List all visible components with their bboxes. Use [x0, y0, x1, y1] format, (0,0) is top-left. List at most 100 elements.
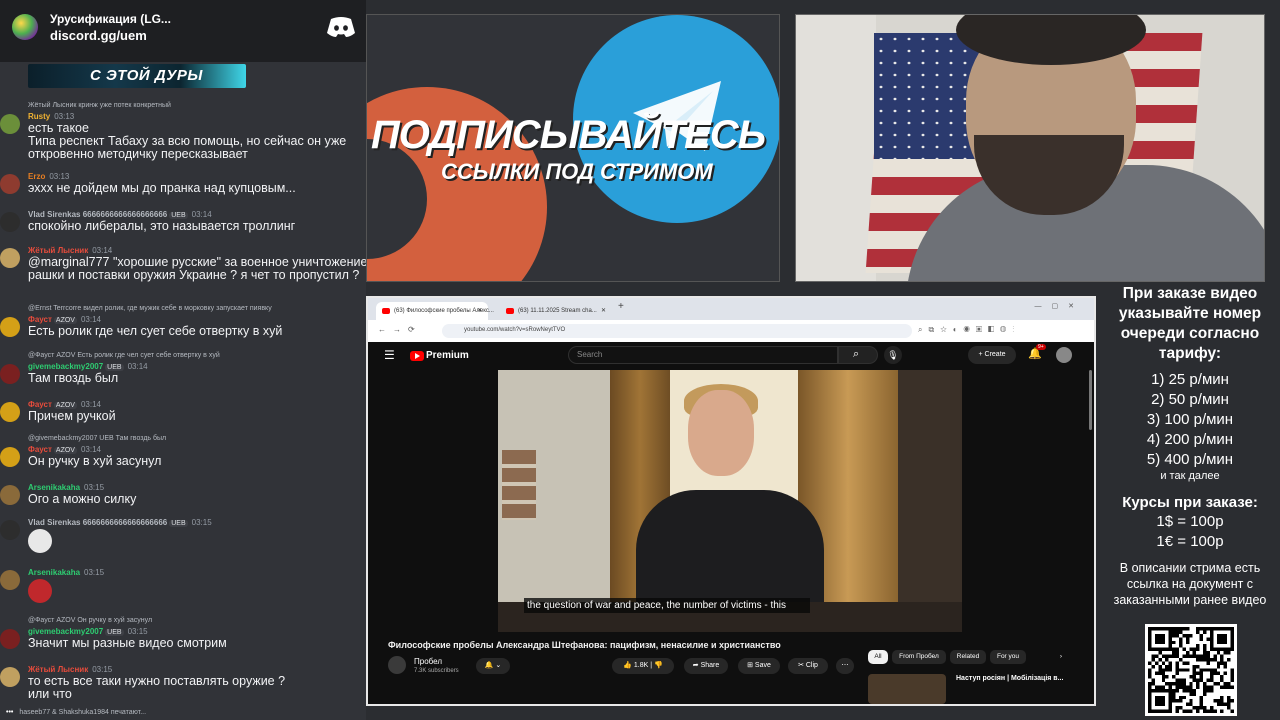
user-avatar[interactable]	[0, 248, 20, 268]
account-avatar[interactable]	[1056, 347, 1072, 363]
banner-text: С ЭТОЙ ДУРЫ	[90, 67, 203, 84]
create-label: Create	[984, 351, 1006, 358]
reply-preview[interactable]: @givemebackmy2007 UEB Там гвоздь был	[28, 435, 166, 442]
more-actions-icon[interactable]: ⋯	[836, 658, 854, 674]
document-note: В описании стрима есть ссылка на докумен…	[1113, 561, 1267, 607]
address-bar-row: ←→⟳ youtube.com/watch?v=sRowNeytTVO ⌕⧉☆◐…	[368, 320, 1094, 342]
user-avatar[interactable]	[0, 364, 20, 384]
role-badge: UEB	[169, 520, 188, 527]
username[interactable]: Arsenikakaha	[28, 483, 80, 492]
server-invite-link[interactable]: discord.gg/uem	[50, 28, 147, 43]
username[interactable]: Arsenikakaha	[28, 568, 80, 577]
user-avatar[interactable]	[0, 629, 20, 649]
rates-list: 1) 25 р/мин 2) 50 р/мин 3) 100 р/мин 4) …	[1100, 370, 1280, 482]
related-video-thumbnail[interactable]	[868, 674, 946, 704]
channel-avatar[interactable]	[388, 656, 406, 674]
message-header: Rusty 03:13	[28, 112, 74, 121]
message-text: эххх не дойдем мы до пранка над купцовым…	[28, 181, 296, 195]
user-avatar[interactable]	[0, 212, 20, 232]
typing-dots-icon: •••	[6, 709, 14, 716]
username[interactable]: givemebackmy2007	[28, 627, 103, 636]
user-avatar[interactable]	[0, 402, 20, 422]
window-controls[interactable]: —▢✕	[1035, 302, 1084, 310]
youtube-favicon-icon	[382, 308, 390, 314]
user-avatar[interactable]	[0, 114, 20, 134]
save-label: Save	[754, 662, 771, 669]
chip-related[interactable]: Related	[950, 650, 986, 664]
create-button[interactable]: + Create	[968, 346, 1016, 364]
nav-buttons[interactable]: ←→⟳	[378, 325, 422, 334]
share-button[interactable]: ➦ Share	[684, 658, 728, 674]
reply-preview[interactable]: @Фауст AZOV Он ручку в хуй засунул	[28, 617, 152, 624]
user-avatar[interactable]	[0, 570, 20, 590]
related-video-title[interactable]: Наступ росіян | Мобілізація в...	[956, 675, 1063, 682]
timestamp: 03:14	[127, 362, 148, 371]
timestamp: 03:15	[127, 627, 148, 636]
microphone-icon[interactable]: 🎙	[884, 346, 902, 364]
close-tab-icon[interactable]: ✕	[601, 302, 606, 320]
username[interactable]: Жётый Лысник	[28, 246, 88, 255]
role-badge: UEB	[105, 629, 124, 636]
user-avatar[interactable]	[0, 667, 20, 687]
username[interactable]: Жётый Лысник	[28, 665, 88, 674]
message-header: Vlad Sirenkas 6666666666666666666 UEB 03:1…	[28, 518, 212, 527]
hamburger-menu-icon[interactable]: ☰	[384, 348, 395, 362]
youtube-premium-label[interactable]: Premium	[426, 350, 469, 361]
gif-banner: С ЭТОЙ ДУРЫ	[28, 64, 246, 88]
promo-panel: ПОДПИСЫВАЙТЕСЬ ССЫЛКИ ПОД СТРИМОМ	[366, 14, 780, 282]
tab-label: (63) 11.11.2025 Stream cha...	[518, 308, 597, 314]
like-dislike-group[interactable]: 👍 1.8K | 👎	[612, 658, 674, 674]
username[interactable]: Rusty	[28, 112, 50, 121]
dislike-icon[interactable]: 👎	[654, 662, 663, 669]
like-icon[interactable]: 👍	[623, 662, 632, 669]
clip-button[interactable]: ✂ Clip	[788, 658, 828, 674]
user-avatar[interactable]	[0, 317, 20, 337]
user-avatar[interactable]	[0, 447, 20, 467]
webcam-feed	[795, 14, 1265, 282]
reply-preview[interactable]: @Фауст AZOV Есть ролик где чел сует себе…	[28, 352, 220, 359]
user-avatar[interactable]	[0, 174, 20, 194]
fx-eur: 1€ = 100р	[1156, 533, 1224, 550]
user-avatar[interactable]	[0, 520, 20, 540]
user-avatar[interactable]	[0, 485, 20, 505]
username[interactable]: Фауст	[28, 315, 52, 324]
reply-preview[interactable]: Жётый Лысник кринж уже потек конкретный	[28, 102, 171, 109]
username[interactable]: Vlad Sirenkas 6666666666666666666	[28, 210, 167, 219]
chip-all[interactable]: All	[868, 650, 888, 664]
save-button[interactable]: ⊞ Save	[738, 658, 780, 674]
chip-for-you[interactable]: For you	[990, 650, 1026, 664]
timestamp: 03:15	[92, 665, 113, 674]
chip-from-channel[interactable]: From Пробел	[892, 650, 946, 664]
browser-window: (63) Философские пробелы Алекс... ✕ (63)…	[366, 296, 1096, 706]
page-scrollbar[interactable]	[1089, 370, 1092, 430]
username[interactable]: Фауст	[28, 445, 52, 454]
reply-preview[interactable]: @Ernst Terrcorre видел ролик, где мужик …	[28, 305, 272, 312]
new-tab-icon[interactable]: +	[618, 301, 624, 312]
video-player[interactable]	[498, 370, 962, 632]
username[interactable]: Фауст	[28, 400, 52, 409]
rate-item: 4) 200 р/мин	[1146, 431, 1234, 448]
tab-youtube-video[interactable]: (63) Философские пробелы Алекс... ✕	[376, 302, 494, 320]
subscribe-bell-button[interactable]: 🔔 ⌄	[476, 658, 510, 674]
video-subtitle: the question of war and peace, the numbe…	[524, 598, 810, 613]
clip-label: Clip	[805, 662, 818, 669]
channel-name[interactable]: Пробел	[414, 657, 442, 666]
address-bar[interactable]: youtube.com/watch?v=sRowNeytTVO	[442, 324, 912, 338]
rates-more: и так далее	[1160, 470, 1220, 482]
username[interactable]: Vlad Sirenkas 6666666666666666666	[28, 518, 167, 527]
close-tab-icon[interactable]: ✕	[477, 302, 482, 320]
server-icon[interactable]	[12, 14, 38, 40]
timestamp: 03:15	[191, 518, 212, 527]
tab-stream-chat[interactable]: (63) 11.11.2025 Stream cha... ✕	[500, 302, 612, 320]
subscriber-count: 7.3K subscribers	[414, 668, 459, 674]
search-button[interactable]: ⌕	[838, 346, 878, 364]
extension-icons[interactable]: ⌕⧉☆◐◉▣◧◍⋮	[918, 325, 1020, 335]
role-badge: AZOV	[53, 447, 77, 454]
search-icon: ⌕	[853, 348, 860, 360]
search-placeholder: Search	[577, 350, 603, 359]
search-input[interactable]: Search	[568, 346, 838, 364]
chips-next-icon[interactable]: ›	[1054, 650, 1068, 664]
share-label: Share	[700, 662, 720, 669]
username[interactable]: Erzo	[28, 172, 45, 181]
username[interactable]: givemebackmy2007	[28, 362, 103, 371]
